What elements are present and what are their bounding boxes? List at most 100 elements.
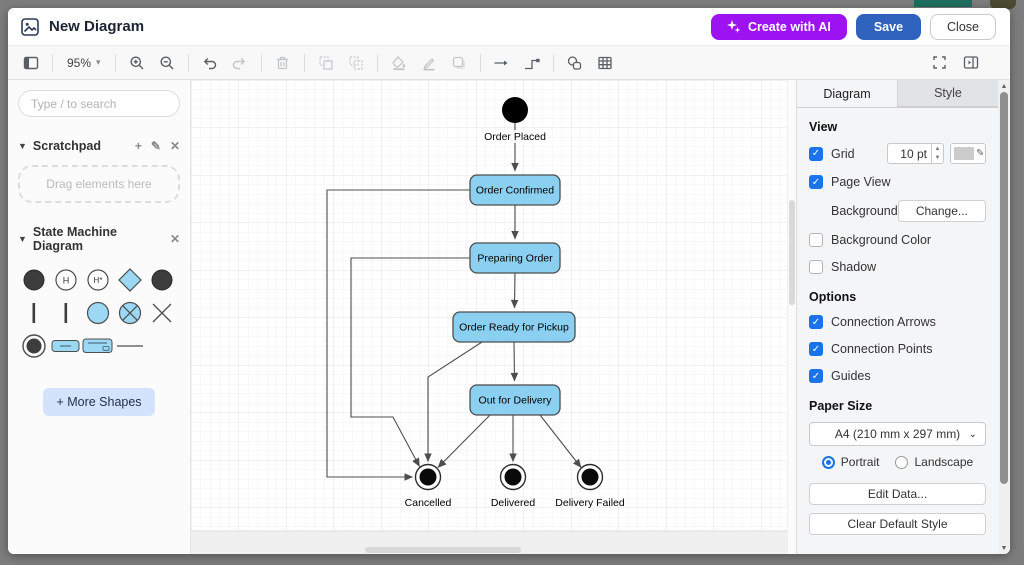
- scroll-down-icon[interactable]: ▼: [1001, 542, 1008, 554]
- zoom-level-dropdown[interactable]: 95% ▾: [61, 51, 107, 75]
- shapes-sidebar: ▼ Scratchpad + ✎ ✕ Drag elements here ▼ …: [8, 80, 191, 554]
- landscape-radio[interactable]: Landscape: [895, 455, 973, 469]
- delete-icon[interactable]: [270, 51, 296, 75]
- header-actions: Create with AI Save Close: [711, 14, 996, 40]
- shape-state-dot[interactable]: [146, 263, 178, 296]
- window-scrollbar[interactable]: ▲ ▼: [998, 80, 1010, 554]
- portrait-radio[interactable]: Portrait: [822, 455, 880, 469]
- start-state-node[interactable]: [502, 97, 528, 123]
- scratchpad-add-icon[interactable]: +: [135, 139, 142, 153]
- guides-checkbox[interactable]: ✓: [809, 369, 823, 383]
- background-color-label: Background Color: [831, 233, 931, 247]
- insert-shape-icon[interactable]: [562, 51, 588, 75]
- connection-arrows-checkbox[interactable]: ✓: [809, 315, 823, 329]
- svg-text:Delivered: Delivered: [491, 497, 536, 509]
- shape-deep-history[interactable]: H*: [82, 263, 114, 296]
- grid-size-input[interactable]: 10 pt: [887, 143, 931, 164]
- shape-section-close-icon[interactable]: ✕: [170, 232, 180, 246]
- create-with-ai-button[interactable]: Create with AI: [711, 14, 847, 40]
- tab-diagram[interactable]: Diagram: [797, 80, 898, 107]
- canvas-vscroll-thumb[interactable]: [789, 200, 795, 305]
- fullscreen-icon[interactable]: [926, 51, 952, 75]
- shape-final-state[interactable]: [18, 329, 50, 362]
- line-color-icon[interactable]: [416, 51, 442, 75]
- shape-initial-state[interactable]: [18, 263, 50, 296]
- tab-style[interactable]: Style: [898, 80, 998, 107]
- grid-checkbox[interactable]: ✓: [809, 147, 823, 161]
- zoom-out-icon[interactable]: [154, 51, 180, 75]
- background-color-checkbox[interactable]: [809, 233, 823, 247]
- paper-size-value: A4 (210 mm x 297 mm): [835, 427, 960, 441]
- background-page-accent: [914, 0, 972, 7]
- toolbar-separator: [553, 54, 554, 72]
- header-bar: New Diagram Create with AI Save Close: [8, 8, 1010, 46]
- scratchpad-edit-icon[interactable]: ✎: [151, 139, 161, 153]
- shape-shallow-history[interactable]: H: [50, 263, 82, 296]
- shape-transition-line[interactable]: [114, 329, 146, 362]
- connection-points-checkbox[interactable]: ✓: [809, 342, 823, 356]
- format-panel-icon[interactable]: [958, 51, 984, 75]
- shape-fork-bar[interactable]: [18, 296, 50, 329]
- shape-junction[interactable]: [82, 296, 114, 329]
- waypoints-icon[interactable]: [519, 51, 545, 75]
- search-input[interactable]: [18, 90, 180, 117]
- shape-choice[interactable]: [114, 263, 146, 296]
- shape-section-header[interactable]: ▼ State Machine Diagram ✕: [18, 225, 180, 253]
- to-back-icon[interactable]: [343, 51, 369, 75]
- shadow-checkbox[interactable]: [809, 260, 823, 274]
- shape-composite-state[interactable]: [82, 329, 114, 362]
- canvas-vscroll-track[interactable]: [787, 80, 796, 554]
- window-scrollbar-thumb[interactable]: [1000, 92, 1008, 484]
- background-change-button[interactable]: Change...: [898, 200, 986, 222]
- chevron-down-icon: ⌄: [969, 429, 977, 440]
- grid-size-stepper[interactable]: ▲▼: [931, 143, 944, 164]
- svg-text:Order Confirmed: Order Confirmed: [476, 185, 554, 197]
- shape-palette: H H*: [18, 263, 180, 362]
- edit-data-button[interactable]: Edit Data...: [809, 483, 986, 505]
- zoom-in-icon[interactable]: [124, 51, 150, 75]
- diagram-canvas[interactable]: Order Placed Order Confirmed Preparing O…: [191, 80, 787, 554]
- scratchpad-close-icon[interactable]: ✕: [170, 139, 180, 153]
- toolbar-separator: [377, 54, 378, 72]
- scratchpad-header[interactable]: ▼ Scratchpad + ✎ ✕: [18, 139, 180, 153]
- scratchpad-dropzone[interactable]: Drag elements here: [18, 165, 180, 203]
- svg-text:Order Ready for Pickup: Order Ready for Pickup: [459, 322, 569, 334]
- close-button[interactable]: Close: [930, 14, 996, 40]
- to-front-icon[interactable]: [313, 51, 339, 75]
- connection-arrow-icon[interactable]: [489, 51, 515, 75]
- shadow-icon[interactable]: [446, 51, 472, 75]
- page-view-label: Page View: [831, 175, 891, 189]
- shape-simple-state[interactable]: [50, 329, 82, 362]
- toolbar-separator: [188, 54, 189, 72]
- background-row: Background Change...: [831, 200, 986, 222]
- paper-size-select[interactable]: A4 (210 mm x 297 mm) ⌄: [809, 422, 986, 446]
- more-shapes-button[interactable]: + More Shapes: [43, 388, 155, 416]
- radio-unselected-icon: [895, 456, 908, 469]
- stepper-down-icon[interactable]: ▼: [932, 154, 943, 164]
- shape-terminate[interactable]: [146, 296, 178, 329]
- shape-exit-point[interactable]: [114, 296, 146, 329]
- table-icon[interactable]: [592, 51, 618, 75]
- shape-section-title: State Machine Diagram: [33, 225, 170, 253]
- format-panel-content: View ✓ Grid 10 pt ▲▼ ✎ ✓ Page View: [797, 108, 998, 543]
- connection-arrows-label: Connection Arrows: [831, 315, 936, 329]
- toggle-sidebar-icon[interactable]: [18, 51, 44, 75]
- background-label: Background: [831, 204, 898, 218]
- shape-join-bar[interactable]: [50, 296, 82, 329]
- page-title: New Diagram: [49, 18, 144, 35]
- toolbar-separator: [115, 54, 116, 72]
- toolbar-separator: [304, 54, 305, 72]
- format-panel: Diagram Style View ✓ Grid 10 pt ▲▼ ✎: [796, 80, 998, 554]
- save-button[interactable]: Save: [856, 14, 921, 40]
- stepper-up-icon[interactable]: ▲: [932, 144, 943, 154]
- connection-arrows-row: ✓ Connection Arrows: [809, 313, 986, 331]
- clear-default-style-button[interactable]: Clear Default Style: [809, 513, 986, 535]
- grid-color-swatch[interactable]: ✎: [950, 143, 986, 164]
- scroll-up-icon[interactable]: ▲: [1001, 80, 1008, 92]
- redo-icon[interactable]: [227, 51, 253, 75]
- guides-row: ✓ Guides: [809, 367, 986, 385]
- undo-icon[interactable]: [197, 51, 223, 75]
- fill-color-icon[interactable]: [386, 51, 412, 75]
- page-view-checkbox[interactable]: ✓: [809, 175, 823, 189]
- canvas-hscroll-thumb[interactable]: [365, 547, 521, 553]
